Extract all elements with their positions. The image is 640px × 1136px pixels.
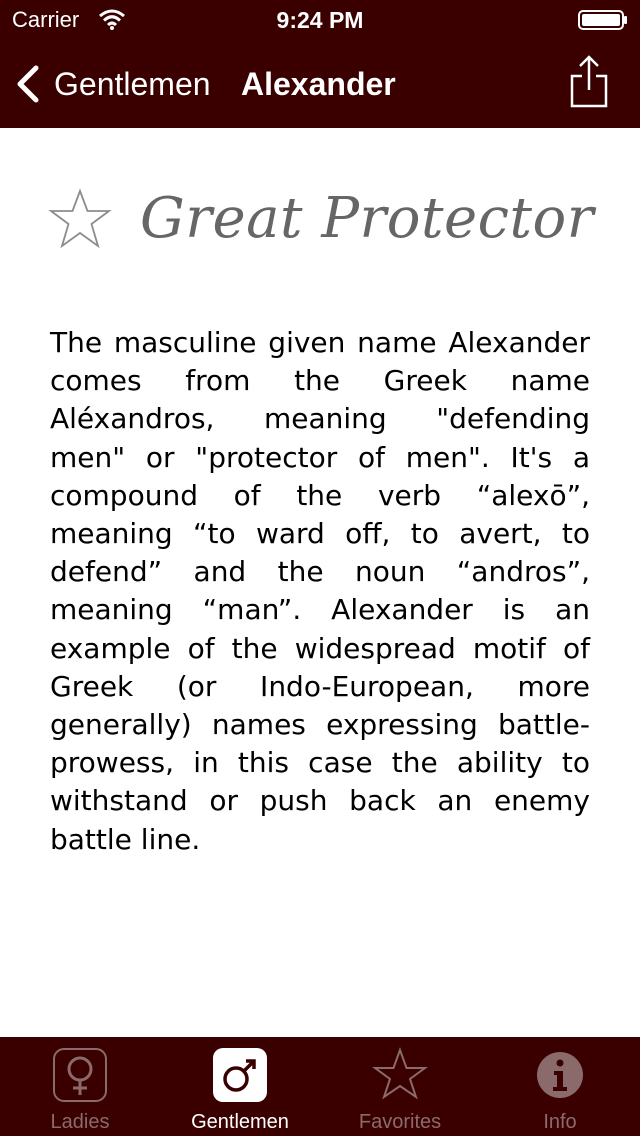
chevron-left-icon [17,65,39,103]
tab-bar: Ladies Gentlemen Favorites Info [0,1037,640,1136]
name-description: The masculine given name Alexander comes… [50,326,590,856]
tab-info[interactable]: Info [480,1037,640,1136]
name-detail: Great Protector The masculine given name… [0,128,640,1037]
tab-label: Ladies [50,1111,110,1133]
battery-icon [578,10,627,30]
tab-gentlemen[interactable]: Gentlemen [160,1037,320,1136]
page-title: Alexander [241,66,396,102]
tab-label: Gentlemen [191,1111,289,1133]
status-time: 9:24 PM [276,7,364,33]
tab-label: Info [543,1111,577,1133]
favorite-star-icon[interactable] [48,188,112,250]
back-button[interactable]: Gentlemen [14,40,211,128]
male-icon [213,1048,267,1102]
status-bar: Carrier 9:24 PM [0,0,640,40]
meaning-title: Great Protector [140,186,594,251]
tab-favorites[interactable]: Favorites [320,1037,480,1136]
female-icon [53,1048,107,1102]
share-icon[interactable] [566,54,612,110]
info-icon [537,1052,583,1098]
navigation-bar: Gentlemen Alexander [0,40,640,128]
tab-ladies[interactable]: Ladies [0,1037,160,1136]
tab-label: Favorites [358,1111,442,1133]
back-button-label: Gentlemen [54,65,211,102]
star-icon [372,1047,428,1100]
